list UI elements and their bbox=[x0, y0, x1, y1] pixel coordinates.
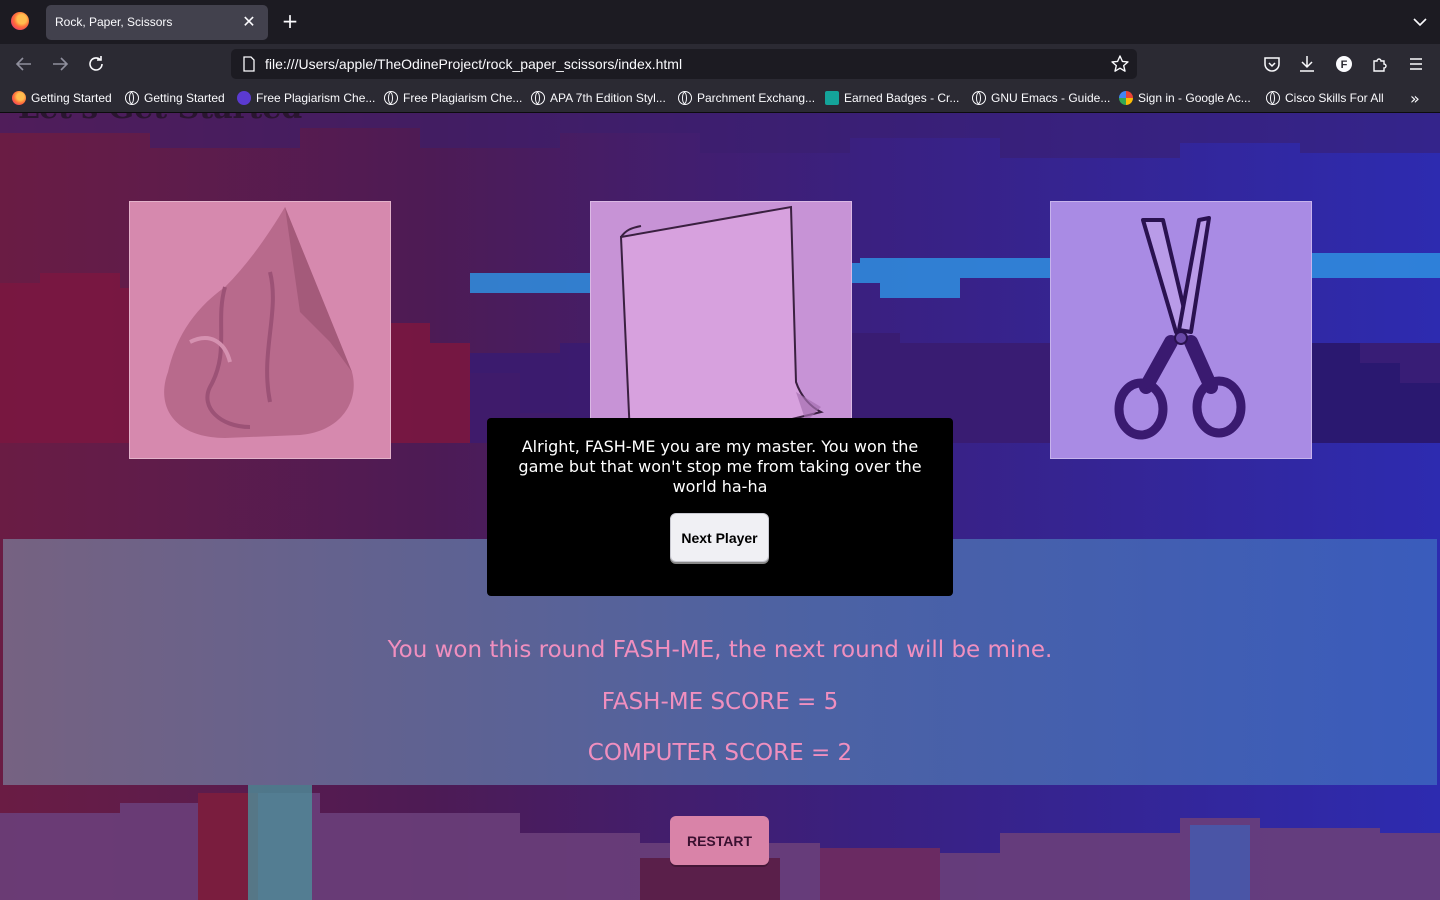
round-result-text: You won this round FASH-ME, the next rou… bbox=[387, 637, 1053, 663]
globe-icon bbox=[384, 91, 398, 105]
back-icon[interactable] bbox=[13, 53, 35, 75]
svg-text:F: F bbox=[1341, 59, 1348, 71]
forward-icon[interactable] bbox=[49, 53, 71, 75]
chevron-down-icon[interactable] bbox=[1410, 12, 1430, 32]
bookmark-label: GNU Emacs - Guide... bbox=[991, 91, 1111, 105]
close-icon[interactable]: ✕ bbox=[238, 11, 260, 33]
globe-icon bbox=[678, 91, 692, 105]
bookmark-label: Parchment Exchang... bbox=[697, 91, 816, 105]
page-viewport: Let's Get Started You won this round FAS… bbox=[0, 113, 1440, 900]
next-player-button[interactable]: Next Player bbox=[670, 513, 769, 562]
bookmark-item[interactable]: Earned Badges - Cr... bbox=[825, 90, 959, 106]
url-text[interactable]: file:///Users/apple/TheOdineProject/rock… bbox=[265, 56, 682, 72]
extensions-icon[interactable] bbox=[1369, 53, 1391, 75]
bookmark-label: Earned Badges - Cr... bbox=[844, 91, 960, 105]
pocket-icon[interactable] bbox=[1261, 53, 1283, 75]
credly-icon bbox=[825, 91, 839, 105]
bookmarks-overflow-icon[interactable]: » bbox=[1410, 89, 1430, 108]
rock-choice-card[interactable] bbox=[129, 201, 391, 459]
new-tab-button[interactable]: + bbox=[279, 10, 301, 32]
bookmark-star-icon[interactable] bbox=[1110, 54, 1130, 74]
bookmark-item[interactable]: Getting Started bbox=[12, 90, 112, 106]
google-icon bbox=[1119, 91, 1133, 105]
globe-icon bbox=[972, 91, 986, 105]
bookmark-item[interactable]: APA 7th Edition Styl... bbox=[531, 90, 666, 106]
tab-active[interactable]: Rock, Paper, Scissors ✕ bbox=[46, 5, 268, 40]
bookmark-item[interactable]: Getting Started bbox=[125, 90, 225, 106]
download-icon[interactable] bbox=[1296, 53, 1318, 75]
bookmark-label: Getting Started bbox=[31, 91, 112, 105]
bookmark-item[interactable]: Free Plagiarism Che... bbox=[237, 90, 375, 106]
globe-icon bbox=[125, 91, 139, 105]
rock-icon bbox=[164, 207, 354, 438]
bookmark-label: Sign in - Google Ac... bbox=[1138, 91, 1251, 105]
account-icon[interactable]: F bbox=[1333, 53, 1355, 75]
bookmark-label: Free Plagiarism Che... bbox=[256, 91, 376, 105]
bookmark-label: Free Plagiarism Che... bbox=[403, 91, 523, 105]
restart-button[interactable]: RESTART bbox=[670, 816, 769, 865]
computer-score: COMPUTER SCORE = 2 bbox=[587, 740, 853, 766]
globe-icon bbox=[531, 91, 545, 105]
scissors-choice-card[interactable] bbox=[1050, 201, 1312, 459]
page-heading-cut-off: Let's Get Started bbox=[18, 113, 302, 126]
plagiarism-site-icon bbox=[237, 91, 251, 105]
bookmark-item[interactable]: Sign in - Google Ac... bbox=[1119, 90, 1251, 106]
bookmark-label: Getting Started bbox=[144, 91, 225, 105]
bookmark-item[interactable]: GNU Emacs - Guide... bbox=[972, 90, 1110, 106]
tab-bar: Rock, Paper, Scissors ✕ + bbox=[0, 0, 1440, 44]
navigation-toolbar: file:///Users/apple/TheOdineProject/rock… bbox=[0, 44, 1440, 84]
bookmark-item[interactable]: Cisco Skills For All bbox=[1266, 90, 1384, 106]
modal-message: Alright, FASH-ME you are my master. You … bbox=[518, 437, 922, 496]
player-score: FASH-ME SCORE = 5 bbox=[601, 689, 839, 715]
firefox-icon bbox=[12, 91, 26, 105]
globe-icon bbox=[1266, 91, 1280, 105]
game-over-modal: Alright, FASH-ME you are my master. You … bbox=[487, 418, 953, 596]
bookmark-item[interactable]: Parchment Exchang... bbox=[678, 90, 815, 106]
firefox-icon[interactable] bbox=[11, 12, 29, 30]
bookmark-label: APA 7th Edition Styl... bbox=[550, 91, 666, 105]
page-icon bbox=[243, 56, 255, 72]
url-bar[interactable]: file:///Users/apple/TheOdineProject/rock… bbox=[231, 49, 1137, 79]
bookmarks-toolbar: Getting Started Getting Started Free Pla… bbox=[0, 84, 1440, 113]
menu-icon[interactable] bbox=[1405, 53, 1427, 75]
bookmark-item[interactable]: Free Plagiarism Che... bbox=[384, 90, 522, 106]
bookmark-label: Cisco Skills For All bbox=[1285, 91, 1384, 105]
tab-title: Rock, Paper, Scissors bbox=[55, 15, 173, 29]
reload-icon[interactable] bbox=[85, 53, 107, 75]
scissors-icon bbox=[1114, 216, 1246, 440]
